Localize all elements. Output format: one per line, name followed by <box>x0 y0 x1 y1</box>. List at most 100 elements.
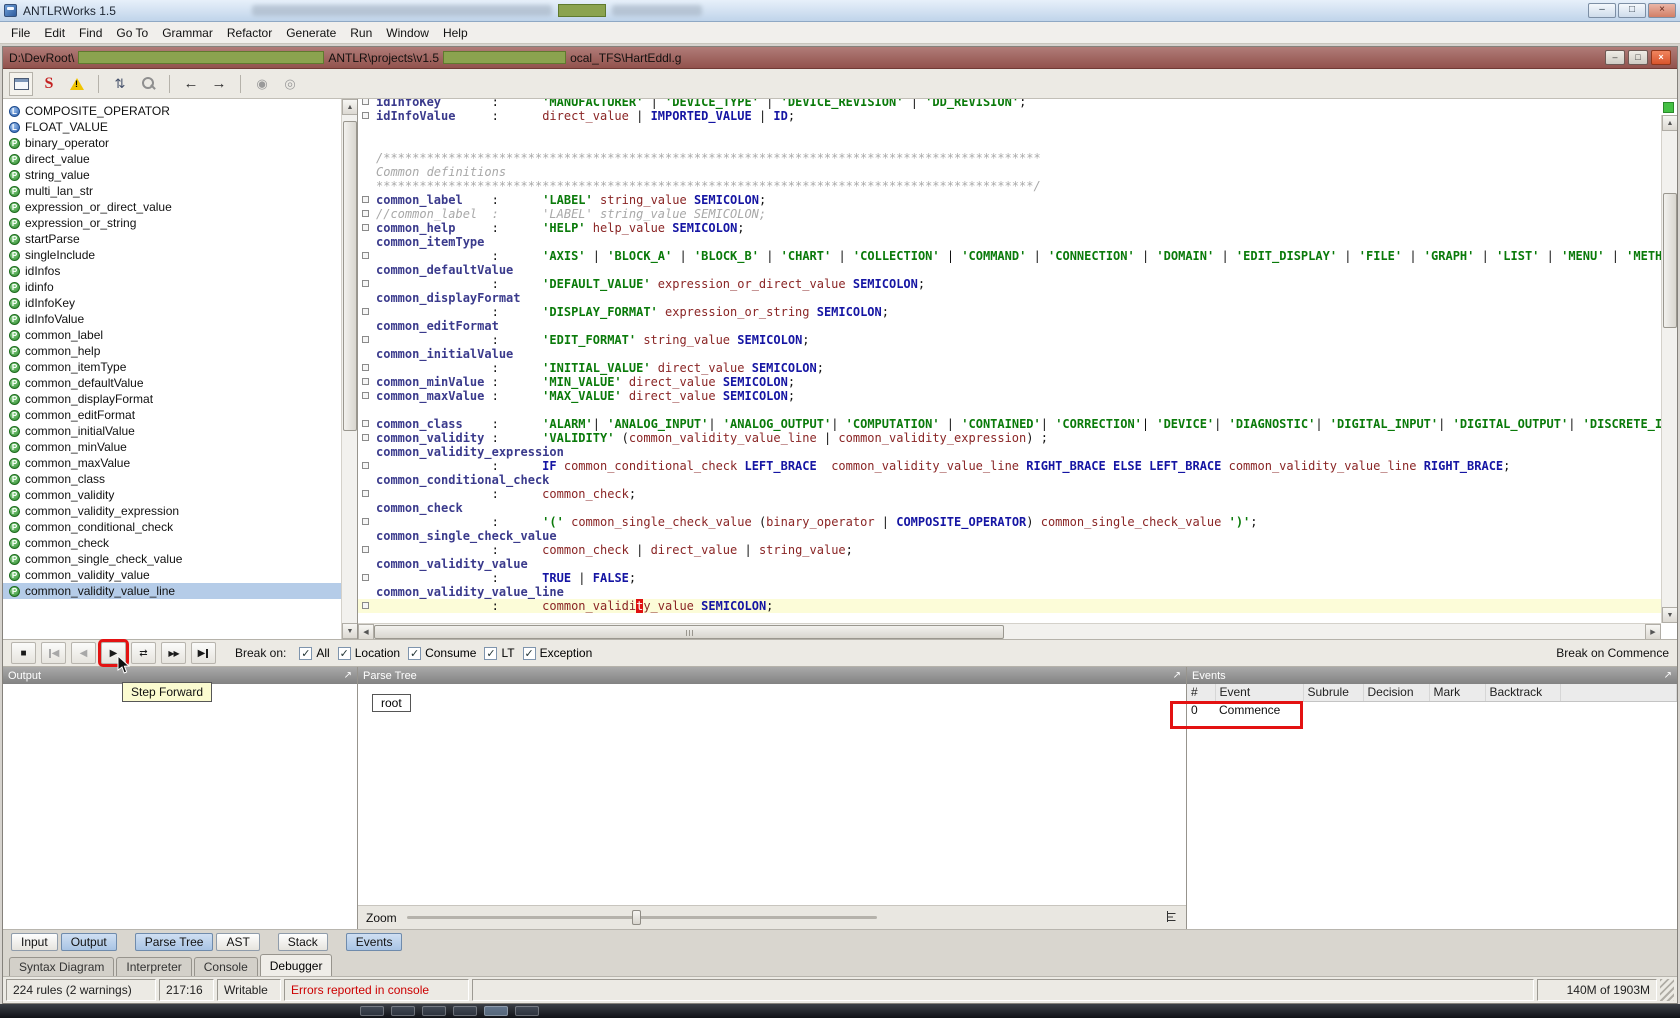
menu-go-to[interactable]: Go To <box>109 24 155 42</box>
rule-item-common-help[interactable]: Pcommon_help <box>3 343 341 359</box>
expand-panel-icon[interactable]: ↗ <box>1173 670 1181 681</box>
tab-debugger[interactable]: Debugger <box>259 954 333 976</box>
parse-tree-canvas[interactable]: root <box>358 684 1186 905</box>
rule-item-composite-operator[interactable]: L COMPOSITE_OPERATOR <box>3 103 341 119</box>
forward-icon[interactable]: → <box>207 72 231 96</box>
breakpoint-icon[interactable]: ◎ <box>278 72 302 96</box>
ignore-rule-icon[interactable]: ◉ <box>250 72 274 96</box>
rule-item-common-editformat[interactable]: Pcommon_editFormat <box>3 407 341 423</box>
editor-vertical-scrollbar[interactable]: ▲ ▼ <box>1661 115 1677 623</box>
rule-item-common-maxvalue[interactable]: Pcommon_maxValue <box>3 455 341 471</box>
rule-item-direct-value[interactable]: Pdirect_value <box>3 151 341 167</box>
breakpoint-marker[interactable] <box>362 490 369 497</box>
rule-item-common-label[interactable]: Pcommon_label <box>3 327 341 343</box>
tab-ast[interactable]: AST <box>216 932 260 951</box>
warnings-icon[interactable] <box>65 72 89 96</box>
sort-rules-icon[interactable]: ⇅ <box>108 72 132 96</box>
rule-item-common-displayformat[interactable]: Pcommon_displayFormat <box>3 391 341 407</box>
tab-input[interactable]: Input <box>11 932 58 951</box>
scroll-up-icon[interactable]: ▲ <box>342 99 357 115</box>
taskbar-button[interactable] <box>422 1006 446 1016</box>
breakpoint-marker[interactable] <box>362 518 369 525</box>
rule-item-singleinclude[interactable]: PsingleInclude <box>3 247 341 263</box>
back-icon[interactable]: ← <box>179 72 203 96</box>
taskbar-button[interactable] <box>515 1006 539 1016</box>
rule-item-common-class[interactable]: Pcommon_class <box>3 471 341 487</box>
tab-console[interactable]: Console <box>193 957 258 976</box>
breakpoint-marker[interactable] <box>362 420 369 427</box>
checkbox-location[interactable]: ✓ <box>337 646 351 660</box>
breakpoint-marker[interactable] <box>362 196 369 203</box>
menu-run[interactable]: Run <box>343 24 379 42</box>
tab-stack[interactable]: Stack <box>277 932 328 951</box>
rule-item-expression-or-string[interactable]: Pexpression_or_string <box>3 215 341 231</box>
go-to-start-button[interactable]: ◀ <box>41 642 66 664</box>
scroll-right-icon[interactable]: ▶ <box>1645 624 1661 639</box>
tab-syntax-diagram[interactable]: Syntax Diagram <box>9 957 115 976</box>
fast-forward-button[interactable]: ▶▶ <box>161 642 186 664</box>
menu-window[interactable]: Window <box>379 24 436 42</box>
step-backward-button[interactable]: ◀ <box>71 642 96 664</box>
rule-item-common-defaultvalue[interactable]: Pcommon_defaultValue <box>3 375 341 391</box>
breakpoint-marker[interactable] <box>362 224 369 231</box>
breakpoint-marker[interactable] <box>362 280 369 287</box>
breakpoint-marker[interactable] <box>362 434 369 441</box>
go-to-end-button[interactable]: ▶ <box>191 642 216 664</box>
maximize-button[interactable]: □ <box>1618 3 1646 18</box>
tab-events[interactable]: Events <box>345 932 403 951</box>
scrollbar-thumb[interactable] <box>374 625 1004 639</box>
tree-layout-icon[interactable] <box>1165 910 1178 926</box>
zoom-slider[interactable] <box>406 910 877 925</box>
breakpoint-marker[interactable] <box>362 99 369 105</box>
breakpoint-marker[interactable] <box>362 546 369 553</box>
events-column-decision[interactable]: Decision <box>1363 684 1430 702</box>
menu-find[interactable]: Find <box>72 24 109 42</box>
taskbar-button[interactable] <box>453 1006 477 1016</box>
rule-item-common-conditional-check[interactable]: Pcommon_conditional_check <box>3 519 341 535</box>
rule-item-idinfovalue[interactable]: PidInfoValue <box>3 311 341 327</box>
breakpoint-marker[interactable] <box>362 392 369 399</box>
find-icon[interactable] <box>136 72 160 96</box>
checkbox-exception[interactable]: ✓ <box>522 646 536 660</box>
close-button[interactable]: × <box>1651 50 1671 65</box>
rule-item-startparse[interactable]: PstartParse <box>3 231 341 247</box>
events-column--[interactable]: # <box>1187 684 1216 702</box>
minimize-button[interactable]: – <box>1605 50 1625 65</box>
breakpoint-marker[interactable] <box>362 364 369 371</box>
rule-item-idinfokey[interactable]: PidInfoKey <box>3 295 341 311</box>
close-button[interactable]: × <box>1648 3 1676 18</box>
parse-tree-root-node[interactable]: root <box>372 694 411 712</box>
events-column-backtrack[interactable]: Backtrack <box>1485 684 1561 702</box>
rule-list-scrollbar[interactable]: ▲ ▼ <box>341 99 357 639</box>
menu-help[interactable]: Help <box>436 24 475 42</box>
rule-item-string-value[interactable]: Pstring_value <box>3 167 341 183</box>
expand-panel-icon[interactable]: ↗ <box>1664 670 1672 681</box>
breakpoint-marker[interactable] <box>362 602 369 609</box>
breakpoint-marker[interactable] <box>362 336 369 343</box>
grammar-editor[interactable]: idInfoKey : 'MANUFACTURER' | 'DEVICE_TYP… <box>358 99 1661 623</box>
rule-item-expression-or-direct-value[interactable]: Pexpression_or_direct_value <box>3 199 341 215</box>
tab-interpreter[interactable]: Interpreter <box>116 957 192 976</box>
scroll-up-icon[interactable]: ▲ <box>1662 115 1677 131</box>
tab-output[interactable]: Output <box>60 932 117 951</box>
breakpoint-marker[interactable] <box>362 252 369 259</box>
taskbar-button[interactable] <box>360 1006 384 1016</box>
rule-item-common-itemtype[interactable]: Pcommon_itemType <box>3 359 341 375</box>
scrollbar-thumb[interactable] <box>1663 193 1677 328</box>
scroll-down-icon[interactable]: ▼ <box>1662 607 1677 623</box>
menu-edit[interactable]: Edit <box>37 24 72 42</box>
checkbox-all[interactable]: ✓ <box>299 646 313 660</box>
menu-generate[interactable]: Generate <box>279 24 343 42</box>
breakpoint-marker[interactable] <box>362 462 369 469</box>
events-column-subrule[interactable]: Subrule <box>1303 684 1364 702</box>
breakpoint-marker[interactable] <box>362 112 369 119</box>
stop-button[interactable]: ■ <box>11 642 36 664</box>
tab-parse-tree[interactable]: Parse Tree <box>134 932 214 951</box>
checkbox-lt[interactable]: ✓ <box>484 646 498 660</box>
events-column-mark[interactable]: Mark <box>1429 684 1486 702</box>
menu-grammar[interactable]: Grammar <box>155 24 220 42</box>
events-column-event[interactable]: Event <box>1215 684 1304 702</box>
breakpoint-marker[interactable] <box>362 574 369 581</box>
step-over-button[interactable]: ⇄ <box>131 642 156 664</box>
resize-grip[interactable] <box>1660 979 1674 1001</box>
